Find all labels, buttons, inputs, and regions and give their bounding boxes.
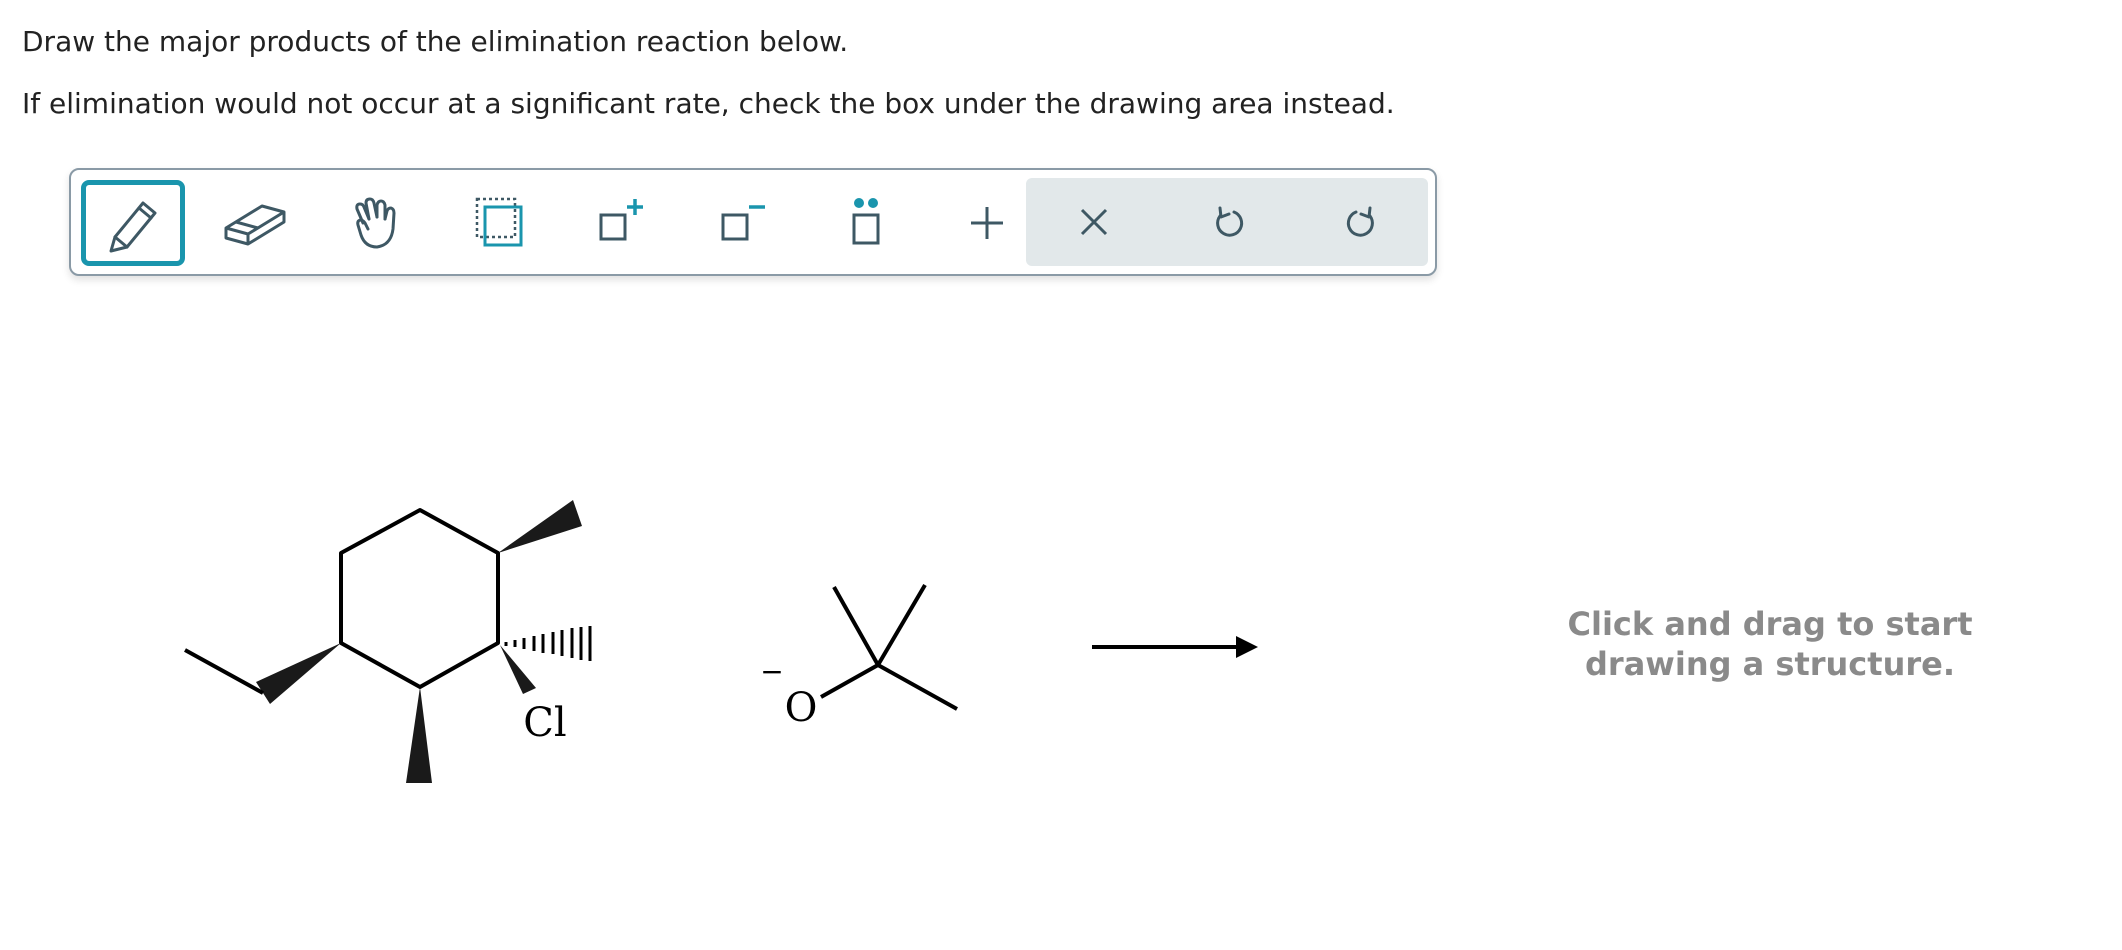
tbu-bond-2 xyxy=(876,583,927,667)
substrate-molecule[interactable]: Cl xyxy=(184,500,592,783)
reaction-canvas[interactable]: Cl O − xyxy=(0,0,2122,950)
negative-charge: − xyxy=(760,655,783,688)
ethyl-bond xyxy=(184,648,264,695)
hint-line-1: Click and drag to start xyxy=(1567,605,1973,643)
drawing-area-hint: Click and drag to start drawing a struct… xyxy=(1490,604,2050,684)
hint-line-2: drawing a structure. xyxy=(1585,645,1955,683)
wedge-bond-bottom-methyl xyxy=(406,687,432,783)
tbu-bond-1 xyxy=(832,586,880,666)
oxygen-label: O xyxy=(785,685,818,731)
cyclohexane-ring xyxy=(339,508,500,689)
tbu-bond-3 xyxy=(877,663,958,711)
base-molecule[interactable]: O − xyxy=(760,583,958,731)
wedge-bond-chlorine xyxy=(500,645,536,694)
hash-bond-methyl xyxy=(504,626,592,661)
chlorine-label: Cl xyxy=(523,700,566,746)
wedge-bond-ethyl xyxy=(256,643,341,704)
oxygen-bond xyxy=(820,663,879,699)
wedge-bond-methyl xyxy=(498,500,582,553)
reaction-arrow xyxy=(1092,636,1258,658)
